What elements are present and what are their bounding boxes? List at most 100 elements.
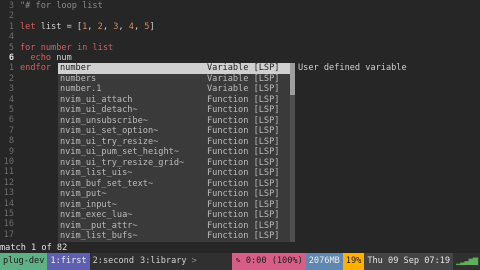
tmux-spacer — [198, 253, 233, 270]
line-number: 6 — [8, 53, 14, 63]
completion-item[interactable]: nvim_input~ Function [LSP] — [58, 200, 290, 211]
editor-line[interactable]: 2 — [0, 11, 20, 22]
editor-line[interactable]: 2 — [0, 74, 20, 85]
editor-line[interactable]: 6 echo num — [0, 53, 72, 64]
code-token: ] — [149, 21, 155, 32]
line-number: 13 — [3, 188, 14, 199]
line-number: 4 — [8, 94, 14, 105]
completion-item[interactable]: nvim_exec_lua~ Function [LSP] — [58, 210, 290, 221]
code-token: in — [76, 42, 88, 53]
editor-line[interactable]: 13 — [0, 188, 20, 199]
code-token: , — [87, 21, 98, 32]
editor-line[interactable]: 1 let list = [1, 2, 3, 4, 5] — [0, 22, 155, 33]
completion-item[interactable]: nvim__put_attr~ Function [LSP] — [58, 221, 290, 232]
completion-doc: User defined variable — [298, 63, 407, 73]
tmux-memory: 2076MB — [305, 253, 343, 270]
tmux-status-bar: plug-dev 1:first 2:second 3:library > ✎ … — [0, 253, 480, 270]
code-token: , — [118, 21, 129, 32]
editor-line[interactable]: 15 — [0, 209, 20, 220]
editor-line[interactable]: 1 endfor — [0, 63, 51, 74]
completion-item[interactable]: nvim_put~ Function [LSP] — [58, 189, 290, 200]
editor-line[interactable]: 17 — [0, 230, 20, 241]
tmux-window-3[interactable]: 3:library — [137, 253, 190, 270]
completion-word: nvim_exec_lua~ — [60, 210, 133, 220]
tmux-battery: ✎ 0:00 (100%) — [232, 253, 306, 270]
completion-kind: Variable [LSP] — [207, 73, 280, 84]
completion-menu[interactable]: number Variable [LSP] numbers Variable [LSP… — [58, 63, 290, 242]
tmux-cpu: 19% — [342, 253, 365, 270]
completion-word: nvim_put~ — [60, 189, 107, 199]
completion-word: nvim_ui_pum_set_height~ — [60, 147, 179, 157]
completion-item[interactable]: nvim_list_bufs~ Function [LSP] — [58, 231, 290, 242]
line-number: 6 — [8, 115, 14, 126]
line-code: endfor — [14, 63, 51, 73]
editor-line[interactable]: 5 for number in list — [0, 43, 113, 54]
completion-item[interactable]: nvim_ui_attach Function [LSP] — [58, 95, 290, 106]
editor-line[interactable]: 12 — [0, 178, 20, 189]
code-token: list = [ — [35, 21, 83, 32]
editor-line[interactable]: 9 — [0, 147, 20, 158]
completion-item[interactable]: nvim_buf_set_text~ Function [LSP] — [58, 179, 290, 190]
code-token: for — [20, 42, 36, 53]
editor-line[interactable]: 4 — [0, 32, 20, 43]
completion-word: nvim_list_uis~ — [60, 168, 133, 178]
completion-kind: Variable [LSP] — [207, 84, 280, 94]
tmux-window-2[interactable]: 2:second — [89, 253, 138, 270]
completion-item[interactable]: nvim_unsubscribe~ Function [LSP] — [58, 116, 290, 127]
completion-word: numbers — [60, 73, 97, 84]
editor-line[interactable]: 4 — [0, 95, 20, 106]
completion-kind: Function [LSP] — [207, 210, 280, 220]
code-token: echo — [20, 53, 52, 63]
completion-word: nvim_ui_set_option~ — [60, 126, 159, 136]
completion-kind: Variable [LSP] — [207, 63, 280, 73]
completion-kind: Function [LSP] — [207, 220, 280, 231]
completion-kind: Function [LSP] — [207, 231, 280, 241]
line-number: 5 — [8, 42, 14, 53]
completion-word: nvim_input~ — [60, 199, 117, 210]
code-token: , — [102, 21, 114, 32]
completion-item[interactable]: nvim_ui_try_resize_grid~ Function [LSP] — [58, 158, 290, 169]
completion-item[interactable]: nvim_list_uis~ Function [LSP] — [58, 168, 290, 179]
line-number: 1 — [8, 63, 14, 74]
tmux-window-1[interactable]: 1:first — [47, 253, 90, 270]
completion-kind: Function [LSP] — [207, 178, 280, 189]
editor-line[interactable]: 10 — [0, 157, 20, 168]
completion-item[interactable]: numbers Variable [LSP] — [58, 74, 290, 85]
editor-line[interactable]: 3 "# for loop list — [0, 1, 103, 12]
completion-kind: Function [LSP] — [207, 157, 280, 168]
completion-scrollbar[interactable] — [290, 63, 295, 242]
editor-line[interactable]: 16 — [0, 219, 20, 230]
completion-item[interactable]: nvim_ui_pum_set_height~ Function [LSP] — [58, 147, 290, 158]
line-number: 1 — [8, 21, 14, 32]
completion-word: nvim_ui_attach — [60, 94, 133, 105]
editor-line[interactable]: 5 — [0, 105, 20, 116]
completion-scrollbar-thumb[interactable] — [290, 63, 295, 95]
completion-item[interactable]: number.1 Variable [LSP] — [58, 84, 290, 95]
completion-item[interactable]: number Variable [LSP] — [58, 63, 290, 74]
editor-line[interactable]: 11 — [0, 167, 20, 178]
completion-item[interactable]: nvim_ui_try_resize~ Function [LSP] — [58, 137, 290, 148]
completion-kind: Function [LSP] — [207, 147, 280, 157]
editor-line[interactable]: 3 — [0, 84, 20, 95]
line-code: echo num — [14, 53, 71, 63]
line-number: 11 — [3, 167, 14, 178]
line-number: 12 — [3, 177, 14, 188]
completion-word: number — [60, 63, 92, 73]
completion-word: nvim_list_bufs~ — [60, 231, 138, 241]
completion-item[interactable]: nvim_ui_set_option~ Function [LSP] — [58, 126, 290, 137]
line-number: 16 — [3, 219, 14, 230]
editor-line[interactable]: 7 — [0, 126, 20, 137]
editor-line[interactable]: 14 — [0, 199, 20, 210]
line-number: 4 — [8, 32, 14, 43]
line-number: 3 — [8, 1, 14, 11]
completion-item[interactable]: nvim_ui_detach~ Function [LSP] — [58, 105, 290, 116]
editor-line[interactable]: 8 — [0, 136, 20, 147]
editor-line[interactable]: 6 — [0, 115, 20, 126]
